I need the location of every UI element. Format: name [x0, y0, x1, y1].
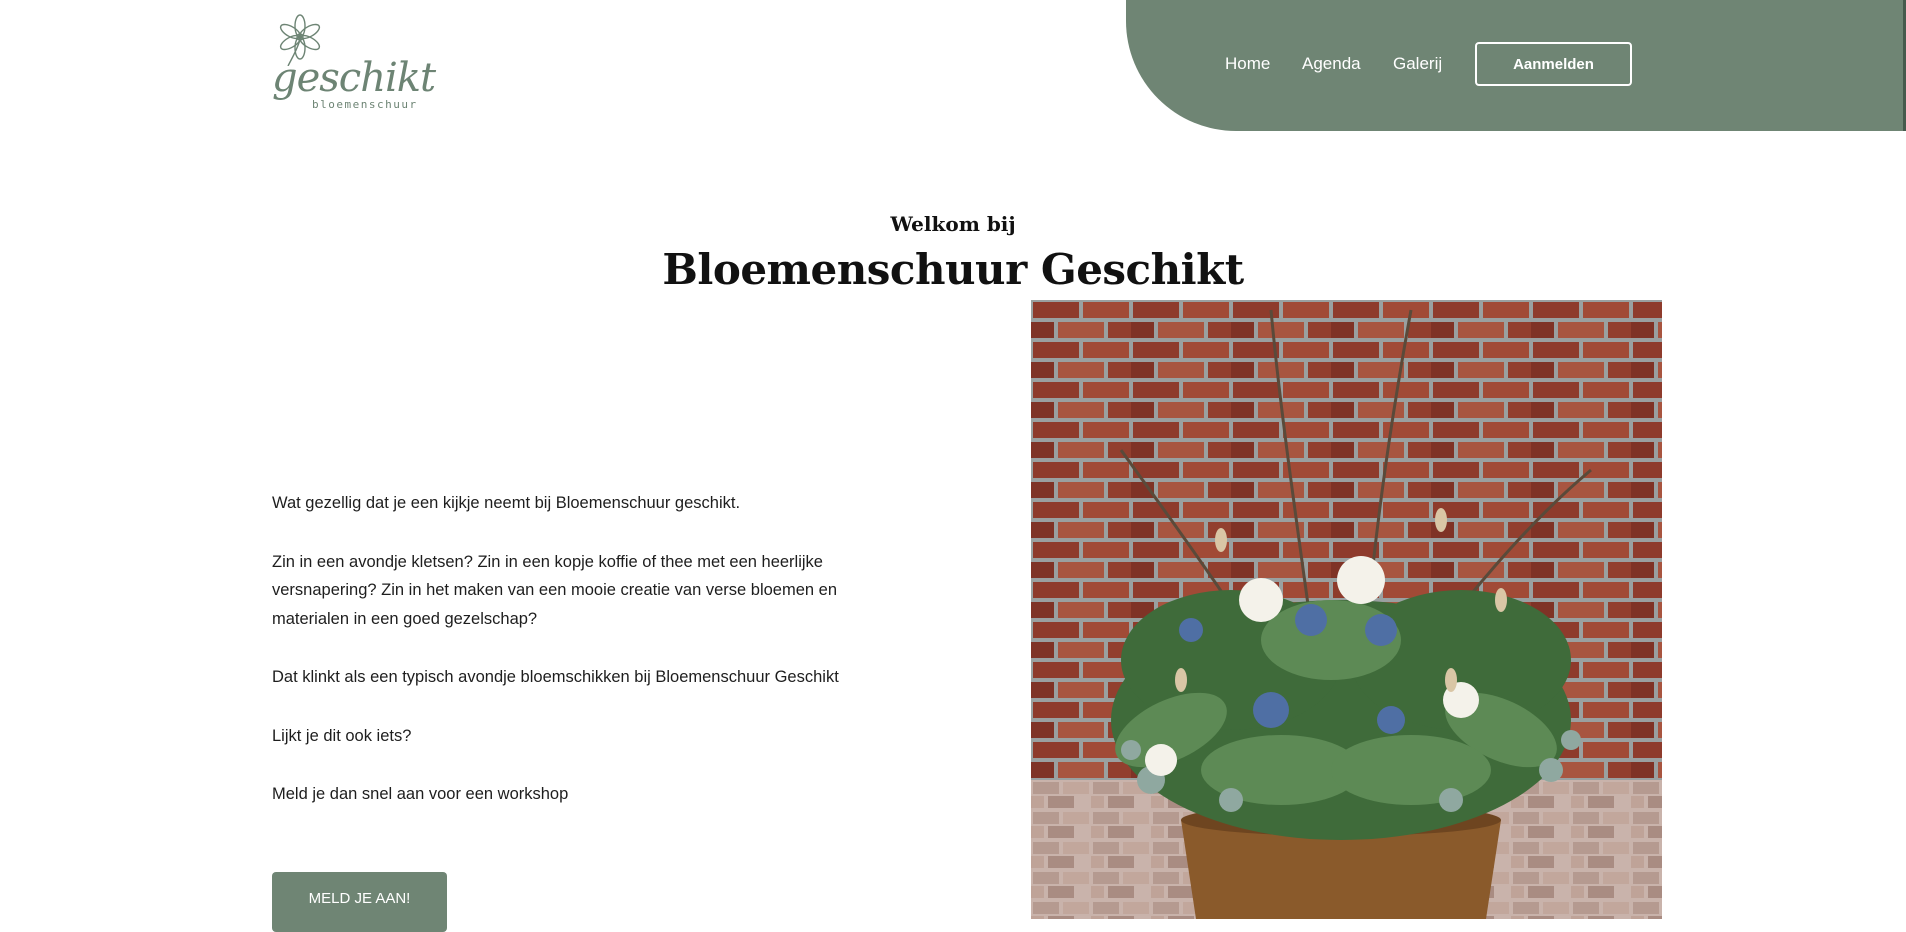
brand-tagline: bloemenschuur: [312, 98, 418, 111]
nav-item-agenda[interactable]: Agenda: [1302, 52, 1361, 76]
signup-button[interactable]: Aanmelden: [1475, 42, 1632, 86]
welcome-subtitle: Welkom bij: [890, 212, 1016, 236]
flower-arrangement-image: [1031, 300, 1662, 919]
intro-paragraph: Meld je dan snel aan voor een workshop: [272, 785, 569, 803]
intro-paragraph: Dat klinkt als een typisch avondje bloem…: [272, 668, 839, 686]
intro-paragraph: Zin in een avondje kletsen? Zin in een k…: [272, 552, 837, 628]
page-title: Bloemenschuur Geschikt: [662, 245, 1244, 294]
nav-item-galerij[interactable]: Galerij: [1393, 52, 1442, 76]
site-logo[interactable]: geschikt bloemenschuur: [270, 14, 436, 118]
brand-name: geschikt: [272, 55, 436, 101]
intro-text: Wat gezellig dat je een kijkje neemt bij…: [272, 489, 892, 839]
nav-item-home[interactable]: Home: [1225, 52, 1270, 76]
intro-paragraph: Lijkt je dit ook iets?: [272, 726, 412, 745]
intro-paragraph: Wat gezellig dat je een kijkje neemt bij…: [272, 494, 741, 512]
signup-cta-button[interactable]: MELD JE AAN!: [272, 872, 447, 932]
